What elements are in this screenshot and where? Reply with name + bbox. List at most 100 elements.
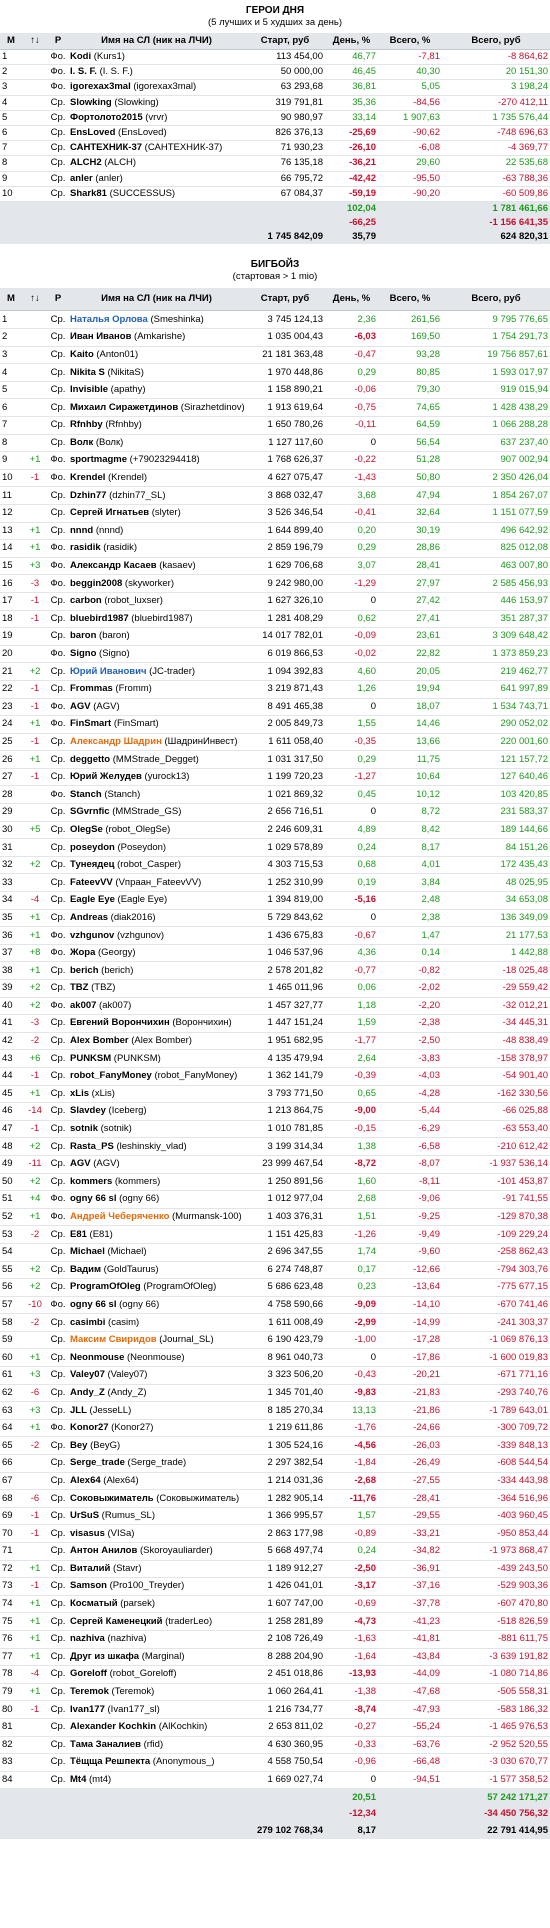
participant-link[interactable]: Michael <box>70 1246 105 1257</box>
participant-link[interactable]: baron <box>70 630 96 641</box>
participant-link[interactable]: Andreas <box>70 912 108 923</box>
participant-link[interactable]: EnsLoved <box>70 127 115 138</box>
participant-link[interactable]: berich <box>70 965 99 976</box>
participant-link[interactable]: Ivan177 <box>70 1704 105 1715</box>
participant-link[interactable]: Kaito <box>70 349 94 360</box>
participant-link[interactable]: Сергей Каменецкий <box>70 1616 162 1627</box>
participant-link[interactable]: PUNKSM <box>70 1053 111 1064</box>
participant-link[interactable]: Neonmouse <box>70 1352 124 1363</box>
col-name[interactable]: Имя на СЛ (ник на ЛЧИ) <box>68 288 245 312</box>
participant-link[interactable]: sotnik <box>70 1123 98 1134</box>
participant-link[interactable]: Slavdey <box>70 1105 106 1116</box>
participant-link[interactable]: Антон Анилов <box>70 1545 137 1556</box>
participant-link[interactable]: Фортолото2015 <box>70 112 143 123</box>
col-market[interactable]: Р <box>48 33 68 50</box>
col-market[interactable]: Р <box>48 288 68 312</box>
participant-link[interactable]: Юрий Желудев <box>70 771 142 782</box>
participant-link[interactable]: Krendel <box>70 472 105 483</box>
participant-link[interactable]: vzhgunov <box>70 930 114 941</box>
participant-link[interactable]: Тама Заналиев <box>70 1739 141 1750</box>
participant-link[interactable]: ProgramOfOleg <box>70 1281 141 1292</box>
participant-link[interactable]: Евгений Ворончихин <box>70 1017 170 1028</box>
participant-link[interactable]: rasidik <box>70 542 101 553</box>
participant-link[interactable]: visasus <box>70 1528 105 1539</box>
participant-link[interactable]: Andy_Z <box>70 1387 105 1398</box>
participant-link[interactable]: beggin2008 <box>70 578 122 589</box>
participant-link[interactable]: xLis <box>70 1088 89 1099</box>
participant-link[interactable]: Тёщща Решпекта <box>70 1756 150 1767</box>
participant-link[interactable]: Konor27 <box>70 1422 109 1433</box>
participant-link[interactable]: Вадим <box>70 1264 101 1275</box>
participant-link[interactable]: Тунеядец <box>70 859 114 870</box>
participant-link[interactable]: TBZ <box>70 982 88 993</box>
participant-link[interactable]: Alex Bomber <box>70 1035 129 1046</box>
participant-link[interactable]: nazhiva <box>70 1633 105 1644</box>
participant-link[interactable]: ogny 66 sl <box>70 1299 116 1310</box>
participant-link[interactable]: Mt4 <box>70 1774 86 1785</box>
participant-link[interactable]: casimbi <box>70 1317 105 1328</box>
participant-link[interactable]: FinSmart <box>70 718 111 729</box>
participant-link[interactable]: kommers <box>70 1176 112 1187</box>
participant-link[interactable]: Bey <box>70 1440 87 1451</box>
participant-link[interactable]: robot_FanyMoney <box>70 1070 152 1081</box>
participant-link[interactable]: Alexander Kochkin <box>70 1721 156 1732</box>
participant-link[interactable]: Юрий Иванович <box>70 666 146 677</box>
participant-link[interactable]: Иван Иванов <box>70 331 131 342</box>
col-change[interactable]: ↑↓ <box>22 288 48 312</box>
participant-link[interactable]: Андрей Чеберяченко <box>70 1211 169 1222</box>
participant-link[interactable]: Kodi <box>70 51 91 62</box>
participant-link[interactable]: E81 <box>70 1229 87 1240</box>
participant-link[interactable]: UrSuS <box>70 1510 99 1521</box>
participant-link[interactable]: AGV <box>70 1158 91 1169</box>
participant-link[interactable]: sportmagme <box>70 454 127 465</box>
participant-link[interactable]: ak007 <box>70 1000 96 1011</box>
participant-link[interactable]: Goreloff <box>70 1668 107 1679</box>
col-total-rub[interactable]: Всего, руб <box>442 288 550 312</box>
participant-link[interactable]: Frommas <box>70 683 113 694</box>
participant-link[interactable]: I. S. F. <box>70 66 97 77</box>
col-day[interactable]: День, % <box>325 33 378 50</box>
participant-link[interactable]: Alex64 <box>70 1475 101 1486</box>
participant-link[interactable]: Signo <box>70 648 96 659</box>
col-total-pct[interactable]: Всего, % <box>378 33 442 50</box>
participant-link[interactable]: Eagle Eye <box>70 894 115 905</box>
participant-link[interactable]: SGvrnfic <box>70 806 110 817</box>
participant-link[interactable]: Slowking <box>70 97 112 108</box>
participant-link[interactable]: Михаил Сиражетдинов <box>70 402 178 413</box>
participant-link[interactable]: САНТЕХНИК-37 <box>70 142 142 153</box>
col-total-pct[interactable]: Всего, % <box>378 288 442 312</box>
participant-link[interactable]: igorexax3mal <box>70 81 131 92</box>
participant-link[interactable]: Косматый <box>70 1598 118 1609</box>
participant-link[interactable]: FateevVV <box>70 877 113 888</box>
participant-link[interactable]: Александр Шадрин <box>70 736 162 747</box>
participant-link[interactable]: Rfnhby <box>70 419 103 430</box>
participant-link[interactable]: Александр Касаев <box>70 560 157 571</box>
participant-link[interactable]: Dzhin77 <box>70 490 106 501</box>
participant-link[interactable]: Волк <box>70 437 93 448</box>
participant-link[interactable]: Teremok <box>70 1686 109 1697</box>
participant-link[interactable]: nnnd <box>70 525 93 536</box>
col-name[interactable]: Имя на СЛ (ник на ЛЧИ) <box>68 33 245 50</box>
participant-link[interactable]: Максим Свиридов <box>70 1334 157 1345</box>
col-total-rub[interactable]: Всего, руб <box>442 33 550 50</box>
participant-link[interactable]: carbon <box>70 595 102 606</box>
col-start[interactable]: Старт, руб <box>245 288 325 312</box>
col-rank[interactable]: М <box>0 288 22 312</box>
participant-link[interactable]: Valey07 <box>70 1369 105 1380</box>
participant-link[interactable]: poseydon <box>70 842 115 853</box>
participant-link[interactable]: Друг из шкафа <box>70 1651 139 1662</box>
participant-link[interactable]: ogny 66 sl <box>70 1193 116 1204</box>
participant-link[interactable]: Shark81 <box>70 188 107 199</box>
col-change[interactable]: ↑↓ <box>22 33 48 50</box>
participant-link[interactable]: Invisible <box>70 384 108 395</box>
col-start[interactable]: Старт, руб <box>245 33 325 50</box>
participant-link[interactable]: bluebird1987 <box>70 613 129 624</box>
participant-link[interactable]: Жора <box>70 947 95 958</box>
participant-link[interactable]: Nikita S <box>70 367 105 378</box>
participant-link[interactable]: deggetto <box>70 754 110 765</box>
participant-link[interactable]: Соковыжиматель <box>70 1493 154 1504</box>
participant-link[interactable]: Rasta_PS <box>70 1141 114 1152</box>
participant-link[interactable]: JLL <box>70 1405 87 1416</box>
participant-link[interactable]: Serge_trade <box>70 1457 125 1468</box>
col-day[interactable]: День, % <box>325 288 378 312</box>
